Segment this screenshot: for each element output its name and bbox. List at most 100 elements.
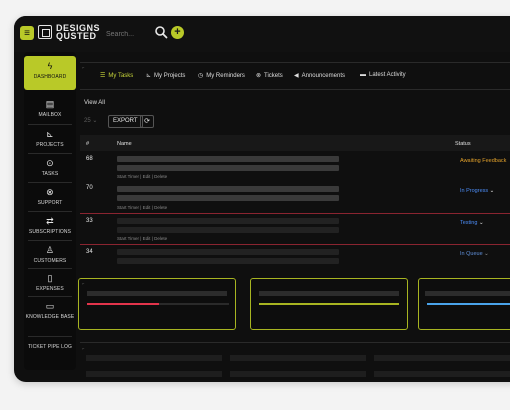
refresh-icon: ⟳ <box>144 118 150 125</box>
card-progress-track <box>159 303 229 305</box>
table-header <box>80 135 510 151</box>
sidebar-item-label: TASKS <box>41 171 59 177</box>
row-actions[interactable]: Start Timer | Edit | Delete <box>117 236 167 241</box>
task-number: 70 <box>86 185 93 191</box>
card-placeholder <box>259 291 399 296</box>
sidebar-item-subscriptions[interactable]: ⇄ SUBSCRIPTIONS <box>24 216 76 236</box>
sidebar: ϟ DASHBOARD ▤ MAILBOX ⊾ PROJECTS ⊙ TASKS… <box>24 52 76 370</box>
task-number: 33 <box>86 218 93 224</box>
sidebar-item-label: DASHBOARD <box>33 74 67 80</box>
panel-corner-mark: ⌐ <box>82 65 85 70</box>
sidebar-item-label: TICKET PIPE LOG <box>28 344 72 350</box>
status-label: Awaiting Feedback <box>460 158 507 164</box>
divider <box>28 182 72 183</box>
tab-label: Announcements <box>301 73 345 79</box>
task-name-placeholder <box>117 195 339 201</box>
status-badge[interactable]: Awaiting Feedback <box>460 158 506 164</box>
task-number: 34 <box>86 249 93 255</box>
task-name-placeholder[interactable] <box>117 249 339 255</box>
row-actions[interactable]: Start Timer | Edit | Delete <box>117 205 167 210</box>
activity-icon: ▬ <box>360 72 366 78</box>
sidebar-item-support[interactable]: ⊗ SUPPORT <box>24 187 76 207</box>
add-button[interactable]: + <box>171 26 184 39</box>
search-icon[interactable] <box>154 25 168 39</box>
subscriptions-icon: ⇄ <box>46 216 54 226</box>
clock-icon: ◷ <box>198 73 204 79</box>
view-all-link[interactable]: View All <box>84 100 105 106</box>
stat-card[interactable] <box>418 278 510 330</box>
tab-latest-activity[interactable]: ▬ Latest Activity <box>360 72 406 78</box>
tab-my-projects[interactable]: ⊾ My Projects <box>146 72 185 79</box>
panel-corner-mark: ⌐ <box>82 346 85 351</box>
card-corner-mark: ⌐ <box>82 281 85 286</box>
sidebar-item-label: EXPENSES <box>36 286 64 292</box>
table-row: 33 Start Timer | Edit | Delete Testing ⌄ <box>80 214 510 244</box>
tab-my-tasks[interactable]: ☰ My Tasks <box>100 72 133 79</box>
chevron-down-icon: ⌄ <box>489 188 495 194</box>
page-length-select[interactable]: 25 ⌄ <box>84 117 97 124</box>
tab-tickets[interactable]: ⊗ Tickets <box>256 72 283 79</box>
chevron-down-icon: ⌄ <box>92 118 98 124</box>
stat-card[interactable] <box>250 278 408 330</box>
task-name-placeholder[interactable] <box>117 218 339 224</box>
sidebar-item-label: SUBSCRIPTIONS <box>28 229 72 235</box>
mailbox-icon: ▤ <box>45 99 55 109</box>
tab-label: Tickets <box>264 73 283 79</box>
menu-toggle-button[interactable]: ≡ <box>20 26 34 40</box>
card-progress-line <box>87 303 159 305</box>
sidebar-item-knowledge-base[interactable]: ▭ KNOWLEDGE BASE <box>24 301 76 321</box>
status-dropdown[interactable]: In Queue ⌄ <box>460 251 489 257</box>
customers-icon: ♙ <box>45 245 55 255</box>
list-icon: ☰ <box>100 73 106 79</box>
divider <box>28 211 72 212</box>
expenses-icon: ▯ <box>47 273 53 283</box>
hamburger-icon: ≡ <box>24 27 30 39</box>
export-button[interactable]: EXPORT <box>108 115 143 128</box>
column-header-status[interactable]: Status <box>455 141 471 147</box>
tab-my-reminders[interactable]: ◷ My Reminders <box>198 72 245 79</box>
support-icon: ⊗ <box>46 187 54 197</box>
sidebar-item-projects[interactable]: ⊾ PROJECTS <box>24 130 76 149</box>
divider <box>28 240 72 241</box>
refresh-button[interactable]: ⟳ <box>140 115 154 128</box>
status-dropdown[interactable]: In Progress ⌄ <box>460 188 494 194</box>
task-name-placeholder <box>117 258 339 264</box>
column-header-name[interactable]: Name <box>117 141 132 147</box>
divider <box>28 124 72 125</box>
sidebar-item-ticket-pipe-log[interactable]: TICKET PIPE LOG <box>24 344 76 350</box>
knowledge-icon: ▭ <box>45 301 55 311</box>
stat-card[interactable]: ⌐ <box>78 278 236 330</box>
tab-announcements[interactable]: ◀ Announcements <box>294 72 345 79</box>
task-number: 68 <box>86 156 93 162</box>
panel-placeholder <box>374 371 510 377</box>
status-dropdown[interactable]: Testing ⌄ <box>460 220 484 226</box>
projects-icon: ⊾ <box>146 73 152 79</box>
panel-placeholder <box>86 355 222 361</box>
logo-icon <box>38 25 52 39</box>
sidebar-item-expenses[interactable]: ▯ EXPENSES <box>24 273 76 293</box>
task-name-placeholder[interactable] <box>117 186 339 192</box>
sidebar-item-label: PROJECTS <box>36 142 64 148</box>
main-content: ☰ My Tasks ⊾ My Projects ◷ My Reminders ⊗ Ti… <box>78 52 510 382</box>
panel-placeholder <box>230 355 366 361</box>
chevron-down-icon: ⌄ <box>484 251 489 257</box>
sidebar-item-label: KNOWLEDGE BASE <box>25 314 75 320</box>
sidebar-item-mailbox[interactable]: ▤ MAILBOX <box>24 99 76 119</box>
panel-placeholder <box>230 371 366 377</box>
brand-line-2: QUSTED <box>56 31 97 41</box>
sidebar-item-label: CUSTOMERS <box>33 258 67 264</box>
panel-placeholder <box>86 371 222 377</box>
divider <box>28 268 72 269</box>
megaphone-icon: ◀ <box>294 73 299 79</box>
app-window: ≡ DESIGNS QUSTED + ϟ DASHBOARD ▤ MAILBOX… <box>14 16 510 382</box>
panel-placeholder <box>374 355 510 361</box>
task-name-placeholder[interactable] <box>117 156 339 162</box>
row-actions[interactable]: Start Timer | Edit | Delete <box>117 174 167 179</box>
sidebar-item-tasks[interactable]: ⊙ TASKS <box>24 158 76 178</box>
tab-label: My Projects <box>154 73 186 79</box>
sidebar-item-dashboard[interactable]: ϟ DASHBOARD <box>24 56 76 90</box>
page-length-value: 25 <box>84 118 91 124</box>
sidebar-item-customers[interactable]: ♙ CUSTOMERS <box>24 245 76 265</box>
tasks-icon: ⊙ <box>46 158 54 168</box>
status-label: In Queue <box>460 251 483 257</box>
